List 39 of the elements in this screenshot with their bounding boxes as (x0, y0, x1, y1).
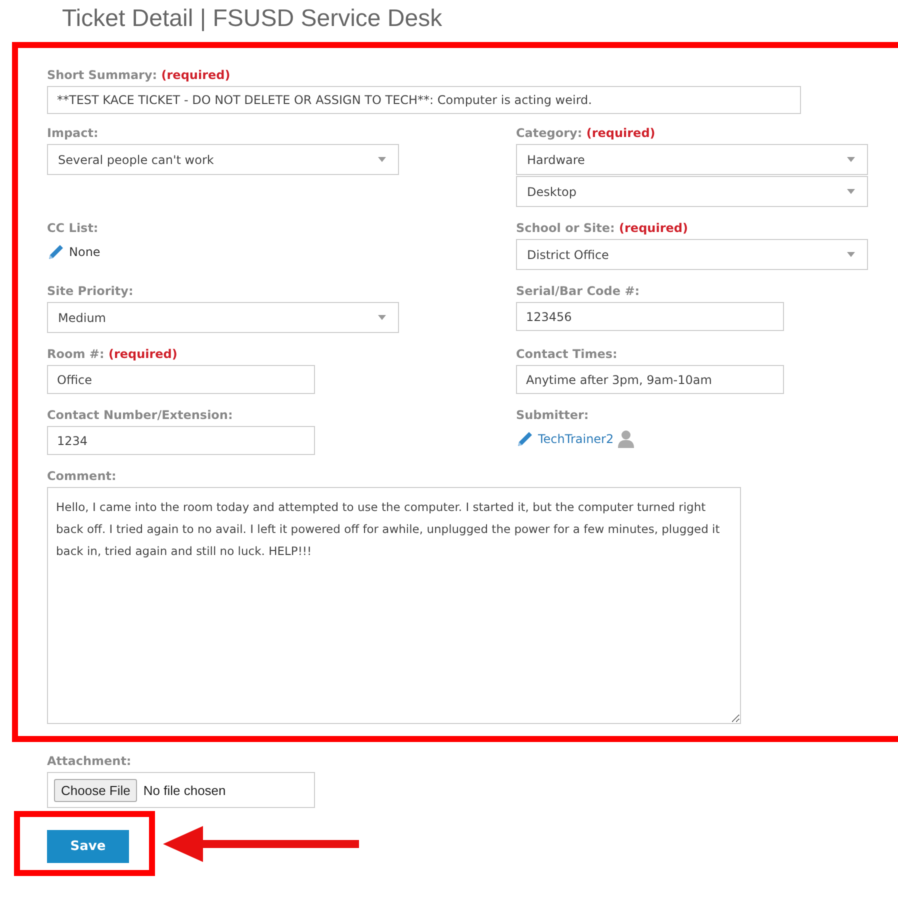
caret-icon (847, 157, 855, 162)
field-label: Impact: (47, 126, 100, 140)
choose-file-button[interactable]: Choose File (54, 778, 138, 802)
field-label: Contact Times: (516, 347, 618, 361)
text-field[interactable]: Office (47, 365, 315, 394)
dropdown[interactable]: District Office (516, 239, 868, 270)
text-field[interactable]: Anytime after 3pm, 9am-10am (516, 365, 784, 394)
page-title: Ticket Detail | FSUSD Service Desk (61, 4, 444, 34)
field-label: Short Summary: (required) (47, 68, 232, 82)
summary-field[interactable]: **TEST KACE TICKET - DO NOT DELETE OR ASSIGN TO TECH**: Computer is acting weird. (47, 86, 801, 114)
dropdown[interactable]: Several people can't work (47, 144, 399, 175)
caret-icon (378, 157, 386, 162)
caret-icon (378, 315, 386, 320)
dropdown[interactable]: Medium (47, 302, 399, 333)
field-label: Site Priority: (47, 284, 134, 298)
field-label: Contact Number/Extension: (47, 408, 234, 422)
caret-icon (847, 189, 855, 194)
user-link[interactable]: TechTrainer2 (538, 432, 614, 446)
field-label: Serial/Bar Code #: (516, 284, 641, 298)
file-status-text: No file chosen (143, 782, 226, 798)
field-label: CC List: (47, 221, 100, 235)
comment-field[interactable]: Hello, I came into the room today and attempted to use the computer. I started it, but the computer turned right back off. I tried again to no avail. I left it powered off for awhile, unplugged the power for a few minutes, plugged it back in, tried again and still no luck. HELP!!! (47, 487, 741, 724)
dropdown[interactable]: Hardware (516, 144, 868, 175)
pencil-icon[interactable] (516, 430, 534, 448)
person-icon (618, 430, 634, 448)
pencil-icon[interactable] (47, 243, 65, 261)
dropdown[interactable]: Desktop (516, 176, 868, 207)
file-field[interactable]: Choose File No file chosen (47, 772, 315, 808)
save-button[interactable]: Save (47, 830, 129, 863)
field-label: Room #: (required) (47, 347, 178, 361)
field-label: Attachment: (47, 754, 132, 768)
field-label: Submitter: (516, 408, 590, 422)
field-label: Comment: (47, 469, 118, 483)
text-field[interactable]: 123456 (516, 302, 784, 331)
text-field[interactable]: 1234 (47, 426, 315, 455)
field-label: School or Site: (required) (516, 221, 689, 235)
field-value: None (69, 245, 100, 259)
caret-icon (847, 252, 855, 257)
field-label: Category: (required) (516, 126, 656, 140)
